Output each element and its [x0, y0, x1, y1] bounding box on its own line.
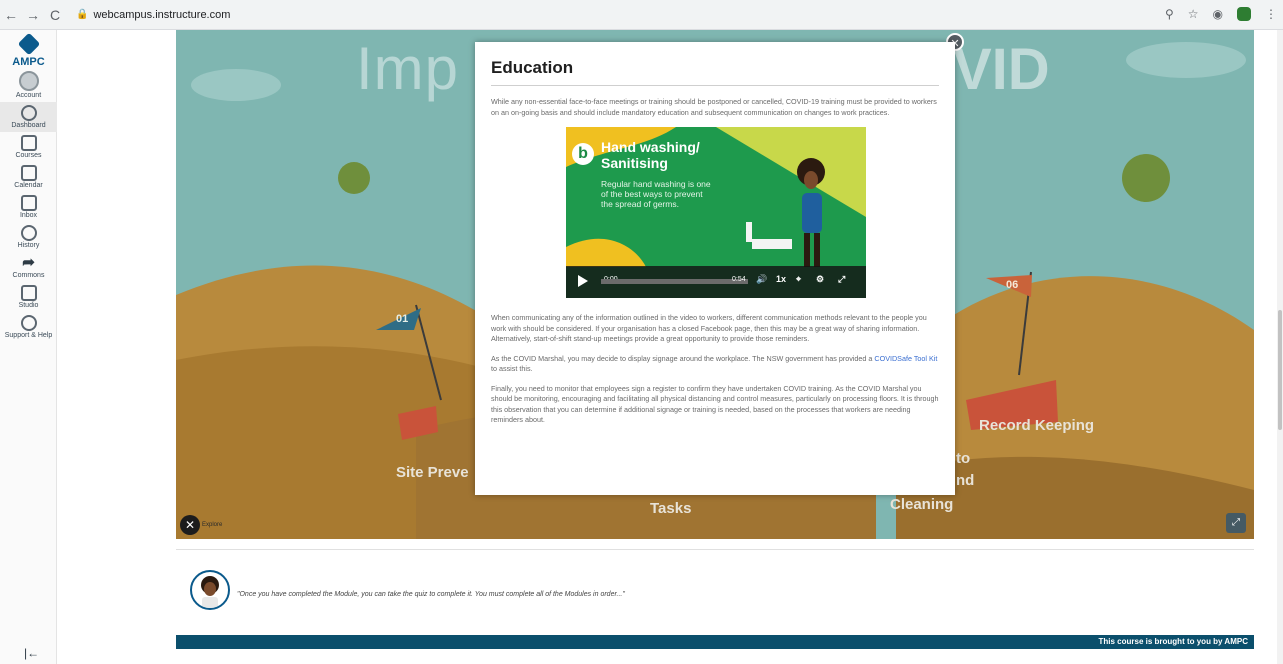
menu-icon[interactable]: ⋮	[1265, 7, 1277, 21]
video-player[interactable]: b Hand washing/ Sanitising Regular hand …	[566, 127, 866, 298]
sidebar-item-label: Account	[15, 92, 42, 99]
page-scrollbar[interactable]	[1277, 30, 1283, 664]
sidebar-item-label: Courses	[15, 152, 42, 159]
guide-avatar-illustration	[201, 576, 219, 608]
video-brand-badge: b	[572, 143, 594, 165]
guide-avatar	[190, 570, 230, 610]
fullscreen-button[interactable]: ⤢	[1226, 513, 1246, 533]
modal-paragraph-4: Finally, you need to monitor that employ…	[491, 383, 939, 425]
forward-icon[interactable]: →	[22, 7, 44, 23]
modal-paragraph-1: While any non-essential face-to-face mee…	[491, 97, 937, 117]
volume-icon[interactable]: 🔊	[756, 274, 767, 285]
modal-paragraph-2: When communicating any of the informatio…	[491, 313, 927, 343]
video-total-time: 0:54	[732, 276, 746, 283]
video-progress-bar[interactable]	[601, 279, 748, 284]
tasks-label[interactable]: Tasks	[650, 500, 691, 517]
playback-speed-button[interactable]: 1x	[776, 274, 786, 284]
module-instruction-quote: "Once you have completed the Module, you…	[237, 591, 625, 598]
sidebar-item-support[interactable]: Support & Help	[0, 312, 57, 342]
help-icon	[20, 315, 37, 331]
back-icon[interactable]: ←	[0, 7, 22, 23]
sidebar-item-label: Inbox	[19, 212, 38, 219]
divider	[176, 549, 1254, 550]
paragraph-3-text-end: to assist this.	[491, 364, 533, 373]
fullscreen-icon[interactable]: ⤢	[838, 274, 845, 285]
lock-icon: 🔒	[76, 9, 89, 20]
url-text[interactable]: webcampus.instructure.com	[93, 9, 230, 21]
sidebar-item-dashboard[interactable]: Dashboard	[0, 102, 57, 132]
sidebar-item-label: Support & Help	[4, 332, 53, 339]
sidebar-item-account[interactable]: Account	[0, 68, 57, 102]
collapse-nav-button[interactable]: |←	[24, 646, 39, 660]
site-prevention-label[interactable]: Site Preve	[396, 464, 469, 481]
reload-icon[interactable]: C	[44, 7, 66, 23]
sidebar-item-label: Dashboard	[11, 122, 46, 129]
covidsafe-toolkit-link[interactable]: COVIDSafe Tool Kit	[874, 354, 937, 363]
sidebar-item-studio[interactable]: Studio	[0, 282, 57, 312]
shield-icon[interactable]	[1237, 7, 1251, 21]
browser-toolbar: ← → C 🔒 webcampus.instructure.com ⚲ ☆ ◉ …	[0, 0, 1283, 30]
course-banner: This course is brought to you by AMPC	[176, 635, 1254, 649]
sidebar-item-courses[interactable]: Courses	[0, 132, 57, 162]
address-bar[interactable]: 🔒 webcampus.instructure.com	[76, 9, 230, 21]
stage-close-button[interactable]: ✕	[180, 515, 200, 535]
settings-icon[interactable]: ⚙	[816, 274, 824, 285]
flag-01-label: 01	[396, 313, 409, 325]
stage-title-left: Imp	[356, 35, 460, 102]
modal-title: Education	[491, 58, 939, 86]
education-modal: Education While any non-essential face-t…	[475, 42, 955, 495]
star-icon[interactable]: ☆	[1188, 7, 1199, 21]
history-icon	[20, 225, 37, 241]
video-controls: 0:00 0:54 🔊 1x ⌖ ⚙ ⤢	[566, 266, 866, 298]
inbox-icon	[20, 195, 37, 211]
stage-label-fragment-nd: nd	[956, 472, 975, 489]
commons-icon: ➦	[22, 254, 35, 271]
sidebar-item-label: History	[17, 242, 40, 249]
video-title: Hand washing/ Sanitising	[601, 139, 700, 171]
sidebar-item-label: Studio	[18, 302, 39, 309]
cleaning-label[interactable]: Cleaning	[890, 496, 953, 513]
logo-icon	[17, 32, 40, 56]
account-icon	[18, 71, 39, 91]
paragraph-3-text: As the COVID Marshal, you may decide to …	[491, 353, 875, 363]
sidebar-item-inbox[interactable]: Inbox	[0, 192, 57, 222]
global-nav: AMPC Account Dashboard Courses Calendar …	[0, 30, 57, 664]
explore-label: Explore	[202, 522, 223, 528]
sidebar-item-commons[interactable]: ➦ Commons	[0, 252, 57, 282]
record-keeping-label[interactable]: Record Keeping	[979, 417, 1094, 434]
extension-icon[interactable]: ◉	[1213, 7, 1223, 21]
sidebar-item-label: Commons	[12, 272, 45, 279]
brand-name: AMPC	[12, 56, 45, 68]
zoom-icon[interactable]: ⚲	[1165, 7, 1174, 21]
sidebar-item-calendar[interactable]: Calendar	[0, 162, 57, 192]
courses-icon	[20, 135, 37, 151]
video-subtitle: Regular hand washing is one of the best …	[601, 179, 711, 209]
calendar-icon	[20, 165, 37, 181]
dashboard-icon	[20, 105, 37, 121]
caption-icon[interactable]: ⌖	[796, 274, 801, 285]
flag-06-label: 06	[1006, 279, 1019, 291]
studio-icon	[20, 285, 37, 301]
sidebar-item-history[interactable]: History	[0, 222, 57, 252]
play-icon[interactable]	[578, 275, 588, 287]
stage-label-fragment-to: to	[956, 450, 971, 467]
modal-paragraph-3: As the COVID Marshal, you may decide to …	[491, 354, 939, 375]
ampc-logo[interactable]: AMPC	[0, 32, 57, 68]
course-banner-text: This course is brought to you by AMPC	[1098, 637, 1249, 646]
scrollbar-thumb[interactable]	[1278, 310, 1282, 430]
sidebar-item-label: Calendar	[14, 182, 43, 189]
